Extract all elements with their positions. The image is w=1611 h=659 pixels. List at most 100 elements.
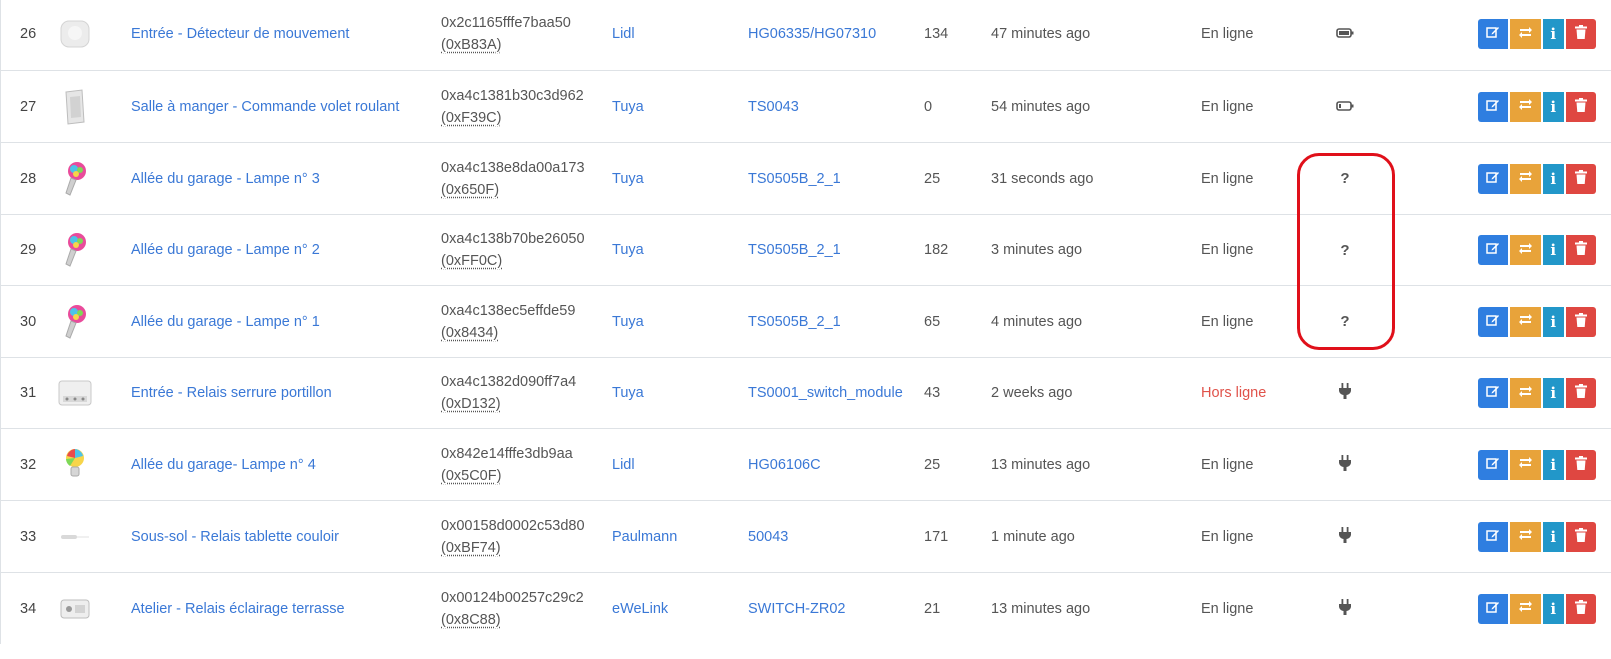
- network-address: (0xBF74): [441, 539, 501, 556]
- plug-icon: [1339, 598, 1351, 619]
- delete-button[interactable]: [1565, 306, 1596, 337]
- row-actions: i: [1478, 215, 1598, 285]
- manufacturer-link[interactable]: Tuya: [612, 385, 644, 401]
- edit-button[interactable]: [1478, 378, 1509, 408]
- power-source: ?: [1325, 215, 1365, 285]
- ieee-address: 0xa4c1382d090ff7a4: [441, 374, 577, 390]
- info-button[interactable]: i: [1542, 306, 1564, 337]
- trash-icon: [1574, 241, 1587, 259]
- swap-arrows-icon: [1518, 26, 1533, 43]
- info-button[interactable]: i: [1542, 521, 1564, 552]
- model-link[interactable]: TS0001_switch_module: [748, 385, 903, 401]
- edit-button[interactable]: [1478, 521, 1509, 552]
- device-image: [55, 573, 95, 644]
- rename-button[interactable]: [1510, 235, 1541, 265]
- last-seen: 54 minutes ago: [991, 98, 1091, 115]
- trash-icon: [1574, 25, 1587, 43]
- model-link[interactable]: TS0505B_2_1: [748, 242, 841, 258]
- swap-arrows-icon: [1518, 528, 1533, 545]
- model-link[interactable]: TS0043: [748, 99, 799, 115]
- plug-icon: [1339, 454, 1351, 475]
- table-row: 31 Entrée - Relais serrure portillon 0xa4c…: [0, 357, 1611, 428]
- delete-button[interactable]: [1565, 163, 1596, 194]
- edit-button[interactable]: [1478, 449, 1509, 480]
- device-image: [55, 215, 95, 285]
- edit-icon: [1486, 170, 1500, 188]
- delete-button[interactable]: [1565, 521, 1596, 552]
- manufacturer-link[interactable]: eWeLink: [612, 601, 668, 617]
- edit-button[interactable]: [1478, 235, 1509, 265]
- edit-button[interactable]: [1478, 19, 1509, 49]
- rename-button[interactable]: [1510, 593, 1541, 624]
- manufacturer-link[interactable]: Tuya: [612, 314, 644, 330]
- delete-button[interactable]: [1565, 235, 1596, 265]
- delete-button[interactable]: [1565, 593, 1596, 624]
- device-name-link[interactable]: Allée du garage - Lampe n° 2: [131, 242, 320, 258]
- delete-button[interactable]: [1565, 449, 1596, 480]
- plug-icon: [1339, 383, 1351, 403]
- delete-button[interactable]: [1565, 19, 1596, 49]
- edit-button[interactable]: [1478, 91, 1509, 122]
- ieee-address: 0xa4c1381b30c3d962: [441, 87, 584, 104]
- swap-arrows-icon: [1518, 313, 1533, 330]
- manufacturer-link[interactable]: Tuya: [612, 171, 644, 187]
- edit-button[interactable]: [1478, 163, 1509, 194]
- model-link[interactable]: HG06106C: [748, 457, 821, 473]
- rename-button[interactable]: [1510, 91, 1541, 122]
- device-address: 0x2c1165fffe7baa50 (0xB83A): [441, 0, 611, 70]
- device-name-link[interactable]: Sous-sol - Relais tablette couloir: [131, 529, 339, 545]
- device-name-link[interactable]: Entrée - Détecteur de mouvement: [131, 26, 349, 42]
- info-button[interactable]: i: [1542, 593, 1564, 624]
- manufacturer-link[interactable]: Lidl: [612, 26, 635, 42]
- edit-button[interactable]: [1478, 306, 1509, 337]
- info-button[interactable]: i: [1542, 235, 1564, 265]
- link-quality: 43: [924, 385, 941, 401]
- model-link[interactable]: TS0505B_2_1: [748, 171, 841, 187]
- last-seen: 13 minutes ago: [991, 456, 1091, 473]
- manufacturer-link[interactable]: Tuya: [612, 242, 644, 258]
- availability-status: En ligne: [1201, 170, 1254, 187]
- network-address: (0xFF0C): [441, 253, 503, 269]
- device-name-link[interactable]: Allée du garage- Lampe n° 4: [131, 457, 316, 473]
- trash-icon: [1574, 527, 1587, 546]
- device-name-link[interactable]: Atelier - Relais éclairage terrasse: [131, 601, 345, 617]
- device-address: 0x00124b00257c29c2 (0x8C88): [441, 573, 611, 644]
- device-name-link[interactable]: Salle à manger - Commande volet roulant: [131, 99, 399, 115]
- rename-button[interactable]: [1510, 306, 1541, 337]
- table-row: 26 Entrée - Détecteur de mouvement 0x2c116…: [0, 0, 1611, 70]
- delete-button[interactable]: [1565, 378, 1596, 408]
- rename-button[interactable]: [1510, 449, 1541, 480]
- info-button[interactable]: i: [1542, 19, 1564, 49]
- info-button[interactable]: i: [1542, 163, 1564, 194]
- model-link[interactable]: SWITCH-ZR02: [748, 601, 845, 617]
- link-quality: 25: [924, 170, 941, 187]
- ieee-address: 0x00124b00257c29c2: [441, 589, 584, 606]
- device-name-link[interactable]: Allée du garage - Lampe n° 1: [131, 314, 320, 330]
- manufacturer-link[interactable]: Tuya: [612, 99, 644, 115]
- device-name-link[interactable]: Allée du garage - Lampe n° 3: [131, 171, 320, 187]
- rename-button[interactable]: [1510, 163, 1541, 194]
- edit-button[interactable]: [1478, 593, 1509, 624]
- device-index: 26: [20, 26, 37, 42]
- model-link[interactable]: TS0505B_2_1: [748, 314, 841, 330]
- manufacturer-link[interactable]: Paulmann: [612, 529, 677, 545]
- info-icon: i: [1550, 312, 1557, 331]
- unknown-power-source: ?: [1340, 241, 1350, 259]
- info-button[interactable]: i: [1542, 91, 1564, 122]
- delete-button[interactable]: [1565, 91, 1596, 122]
- model-link[interactable]: 50043: [748, 529, 788, 545]
- swap-arrows-icon: [1518, 600, 1533, 617]
- rename-button[interactable]: [1510, 378, 1541, 408]
- rename-button[interactable]: [1510, 521, 1541, 552]
- unknown-power-source: ?: [1340, 170, 1350, 187]
- rename-button[interactable]: [1510, 19, 1541, 49]
- device-name-link[interactable]: Entrée - Relais serrure portillon: [131, 385, 332, 401]
- availability-status: En ligne: [1201, 456, 1254, 473]
- model-link[interactable]: HG06335/HG07310: [748, 26, 876, 42]
- ieee-address: 0xa4c138b70be26050: [441, 231, 585, 247]
- row-actions: i: [1478, 71, 1598, 142]
- info-button[interactable]: i: [1542, 449, 1564, 480]
- info-button[interactable]: i: [1542, 378, 1564, 408]
- edit-icon: [1486, 313, 1500, 331]
- manufacturer-link[interactable]: Lidl: [612, 457, 635, 473]
